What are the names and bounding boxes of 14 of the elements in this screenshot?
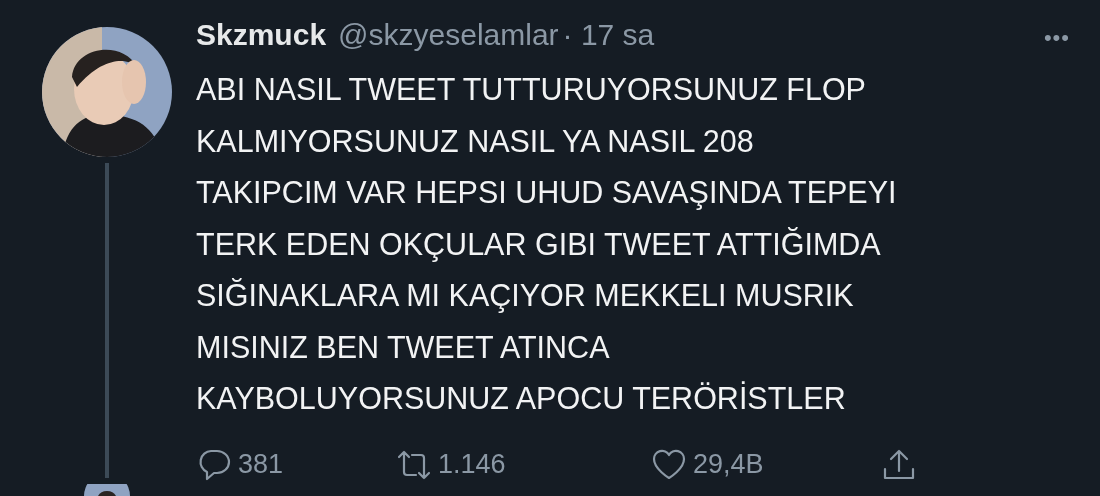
reply-count: 381 bbox=[238, 449, 284, 480]
post-time: · 17 sa bbox=[562, 18, 655, 52]
tweet-text-line: TERK EDEN OKÇULAR GIBI TWEET ATTIĞIMDA bbox=[196, 225, 882, 264]
tweet-text-line: MISINIZ BEN TWEET ATINCA bbox=[196, 328, 611, 366]
tweet-text-line: KAYBOLUYORSUNUZ APOCU TERÖRİSTLER bbox=[196, 380, 847, 417]
tweet-text-line: ABI NASIL TWEET TUTTURUYORSUNUZ FLOP bbox=[196, 71, 867, 108]
tweet-text-line: TAKIPCIM VAR HEPSI UHUD SAVAŞINDA TEPEYI bbox=[196, 174, 898, 212]
like-count: 29,4B bbox=[693, 449, 764, 480]
user-handle: @skzyeselamlar bbox=[338, 18, 559, 52]
tweet-text-line: KALMIYORSUNUZ NASIL YA NASIL 208 bbox=[196, 122, 755, 160]
more-button[interactable]: ••• bbox=[1043, 25, 1070, 51]
tweet-text-line: SIĞINAKLARA MI KAÇIYOR MEKKELI MUSRIK bbox=[196, 277, 855, 315]
user-name[interactable]: Skzmuck bbox=[196, 18, 327, 52]
retweet-count: 1.146 bbox=[438, 449, 506, 480]
